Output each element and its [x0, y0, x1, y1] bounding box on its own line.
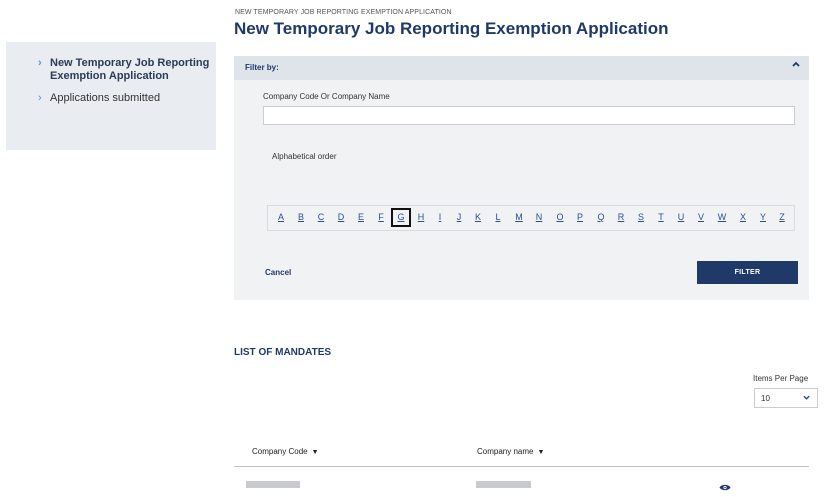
letter-g[interactable]: G: [391, 208, 411, 227]
letter-k[interactable]: K: [468, 208, 488, 227]
cancel-link[interactable]: Cancel: [265, 268, 291, 277]
items-per-page-value: 10: [761, 394, 770, 403]
letter-d[interactable]: D: [331, 208, 351, 227]
letter-y[interactable]: Y: [753, 208, 773, 227]
letter-e[interactable]: E: [351, 208, 371, 227]
items-per-page-select[interactable]: 10: [754, 388, 818, 408]
eye-icon[interactable]: [719, 479, 731, 497]
company-name-cell-placeholder: [476, 481, 531, 488]
sidebar-item-label: Applications submitted: [50, 92, 161, 104]
chevron-right-icon: ›: [38, 57, 42, 69]
list-title: LIST OF MANDATES: [234, 347, 332, 358]
letter-w[interactable]: W: [712, 208, 732, 227]
sidebar-item-label: New Temporary Job Reporting Exemption Ap…: [50, 57, 210, 82]
filter-button[interactable]: FILTER: [697, 261, 798, 284]
page-title: New Temporary Job Reporting Exemption Ap…: [234, 19, 669, 38]
letter-q[interactable]: Q: [591, 208, 611, 227]
letter-j[interactable]: J: [449, 208, 469, 227]
letter-u[interactable]: U: [671, 208, 691, 227]
letter-b[interactable]: B: [291, 208, 311, 227]
letter-f[interactable]: F: [371, 208, 391, 227]
letter-m[interactable]: M: [509, 208, 529, 227]
letter-h[interactable]: H: [411, 208, 431, 227]
sidebar-item-new-application[interactable]: › New Temporary Job Reporting Exemption …: [38, 57, 210, 83]
sidebar-nav: › New Temporary Job Reporting Exemption …: [6, 42, 216, 150]
table-header-divider: [234, 466, 809, 467]
breadcrumb: NEW TEMPORARY JOB REPORTING EXEMPTION AP…: [235, 9, 452, 16]
letter-r[interactable]: R: [611, 208, 631, 227]
search-field-label: Company Code Or Company Name: [263, 92, 390, 101]
column-header-label: Company name: [477, 447, 534, 456]
sort-down-icon: ▼: [537, 449, 545, 456]
alphabetical-order-label: Alphabetical order: [272, 152, 337, 161]
letter-t[interactable]: T: [651, 208, 671, 227]
letter-n[interactable]: N: [529, 208, 549, 227]
column-header-company-code[interactable]: Company Code ▼: [252, 447, 319, 456]
chevron-right-icon: ›: [38, 92, 42, 104]
letter-x[interactable]: X: [733, 208, 753, 227]
letter-v[interactable]: V: [691, 208, 711, 227]
letter-z[interactable]: Z: [772, 208, 792, 227]
letter-o[interactable]: O: [550, 208, 570, 227]
chevron-down-icon: [802, 393, 811, 404]
letter-l[interactable]: L: [488, 208, 508, 227]
letter-c[interactable]: C: [311, 208, 331, 227]
chevron-up-icon[interactable]: [791, 59, 801, 72]
column-header-label: Company Code: [252, 447, 308, 456]
letter-p[interactable]: P: [570, 208, 590, 227]
letter-i[interactable]: I: [430, 208, 450, 227]
sort-down-icon: ▼: [311, 449, 319, 456]
filter-header[interactable]: Filter by:: [234, 56, 809, 80]
filter-heading: Filter by:: [245, 63, 279, 72]
sidebar-item-applications-submitted[interactable]: › Applications submitted: [38, 92, 210, 105]
letter-s[interactable]: S: [631, 208, 651, 227]
column-header-company-name[interactable]: Company name ▼: [477, 447, 544, 456]
items-per-page-label: Items Per Page: [753, 374, 809, 383]
alphabet-filter: A B C D E F G H I J K L M N O P Q R S T …: [267, 205, 795, 231]
filter-panel: Filter by: Company Code Or Company Name …: [234, 56, 809, 300]
letter-a[interactable]: A: [271, 208, 291, 227]
company-search-input[interactable]: [263, 106, 795, 125]
company-code-cell-placeholder: [246, 481, 300, 488]
